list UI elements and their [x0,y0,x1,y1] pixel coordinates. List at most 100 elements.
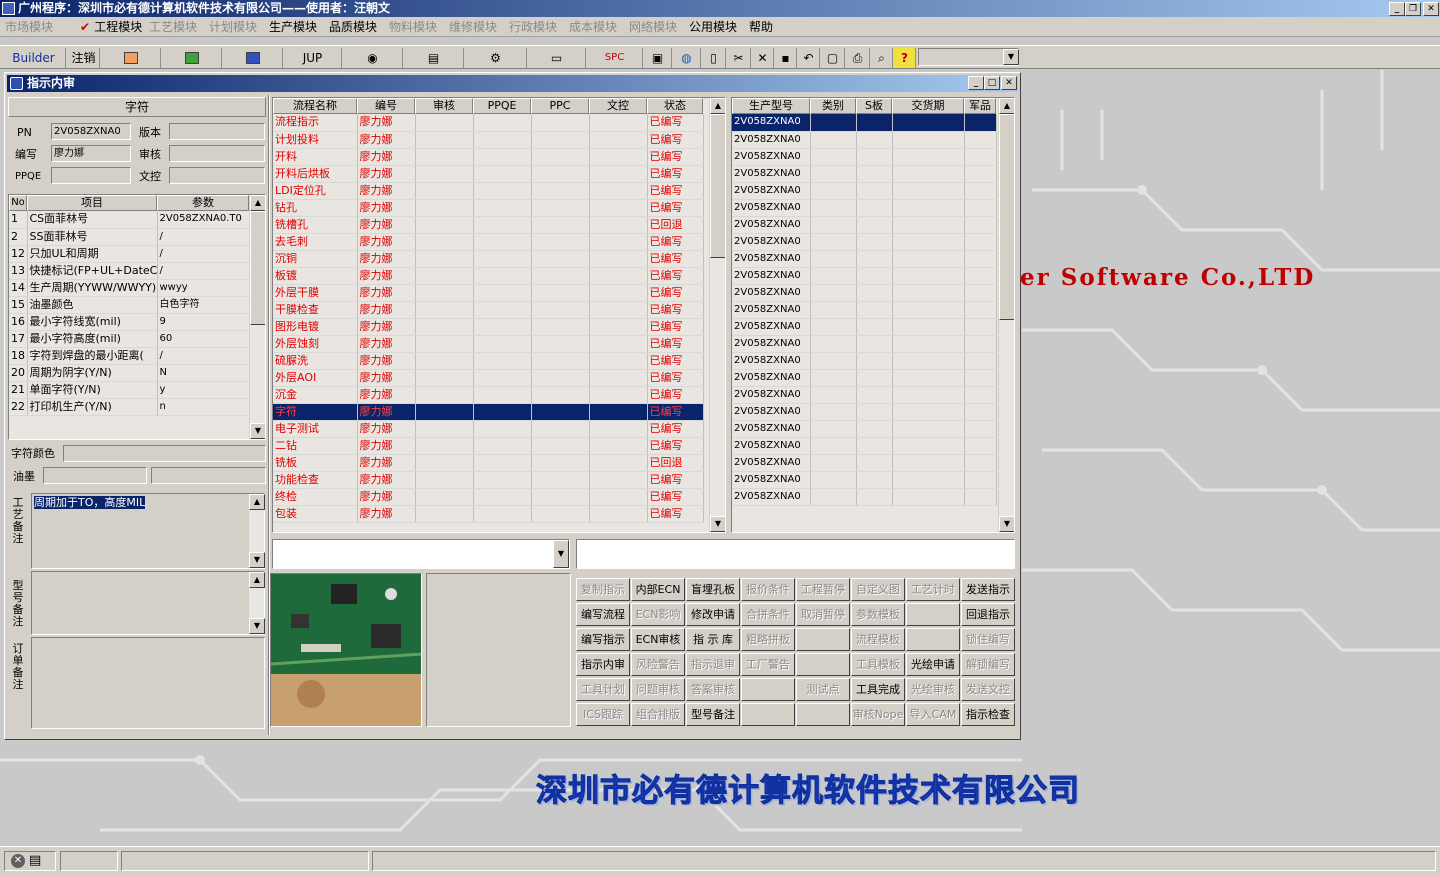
menu-item-3[interactable]: 计划模块 [209,19,257,35]
ink-field-1[interactable] [43,467,147,484]
menu-item-8[interactable]: 行政模块 [509,19,557,35]
flow-header-2[interactable]: 审核 [415,98,473,114]
flow-row[interactable]: 包装 廖力娜 已编写 [273,505,704,523]
flow-header-3[interactable]: PPQE [473,98,531,114]
model-row[interactable]: 2V058ZXNA0 [732,318,997,336]
internet-icon[interactable]: ◍ [673,48,701,68]
wenkong-field[interactable] [169,167,265,184]
model-row[interactable]: 2V058ZXNA0 [732,131,997,149]
empty-button[interactable] [741,678,795,701]
menu-item-12[interactable]: 帮助 [749,19,773,35]
toolbar-combo[interactable]: ▼ [918,48,1019,66]
model-row[interactable]: 2V058ZXNA0 [732,284,997,302]
eye-icon[interactable]: ◉ [343,48,403,68]
flow-header-4[interactable]: PPC [531,98,589,114]
params-row[interactable]: 2 SS面菲林号 / [9,228,250,246]
flow-row[interactable]: 铣槽孔 廖力娜 已回退 [273,216,704,234]
network-icon[interactable]: ⚙ [465,48,527,68]
model-row[interactable]: 2V058ZXNA0 [732,403,997,421]
action-button[interactable]: 指示退审 [686,653,740,676]
model-row[interactable]: 2V058ZXNA0 [732,471,997,489]
model-row[interactable]: 2V058ZXNA0 [732,233,997,251]
action-button[interactable]: 测试点 [796,678,850,701]
action-button[interactable]: 内部ECN [631,578,685,601]
flow-scrollbar[interactable]: ▲ ▼ [709,98,725,532]
flow-row[interactable]: 外层干膜 廖力娜 已编写 [273,284,704,302]
flow-row[interactable]: 沉金 廖力娜 已编写 [273,386,704,404]
model-note-textarea[interactable]: ▲ ▼ [31,571,265,635]
action-button[interactable]: 取消暂停 [796,603,850,626]
menu-item-6[interactable]: 物料模块 [389,19,437,35]
model-row[interactable]: 2V058ZXNA0 [732,437,997,455]
params-row[interactable]: 18 字符到焊盘的最小距离(/ [9,347,250,365]
params-row[interactable]: 14 生产周期(YYWW/WWYY) wwyy [9,279,250,297]
params-scrollbar[interactable]: ▲ ▼ [249,195,265,439]
action-button[interactable]: 指示内审 [576,653,630,676]
action-button[interactable]: 光绘审核 [906,678,960,701]
action-button[interactable]: 指示检查 [961,703,1015,726]
computer-icon[interactable]: ▭ [528,48,586,68]
flow-row[interactable]: LDI定位孔 廖力娜 已编写 [273,182,704,200]
undo-icon[interactable]: ↶ [798,48,820,68]
flow-row[interactable]: 电子测试 廖力娜 已编写 [273,420,704,438]
model-row[interactable]: 2V058ZXNA0 [732,114,997,132]
model-header-2[interactable]: S板 [856,98,892,114]
action-button[interactable]: 粗略拼板 [741,628,795,651]
model-row[interactable]: 2V058ZXNA0 [732,199,997,217]
action-button[interactable]: 导入CAM [906,703,960,726]
preview-icon[interactable]: ▢ [821,48,845,68]
action-button[interactable]: 流程模板 [851,628,905,651]
database-icon[interactable]: ▤ [404,48,464,68]
menu-item-0[interactable]: 市场模块 [5,19,53,35]
close-circle-icon[interactable]: ✕ [11,854,25,868]
menu-item-10[interactable]: 网络模块 [629,19,677,35]
save-icon[interactable]: ▪ [775,48,797,68]
model-header-3[interactable]: 交货期 [892,98,964,114]
jup-button[interactable]: JUP [284,48,342,68]
child-close-button[interactable]: ✕ [1001,76,1017,90]
model-row[interactable]: 2V058ZXNA0 [732,369,997,387]
empty-button[interactable] [906,603,960,626]
ink-field-2[interactable] [151,467,266,484]
menu-item-5[interactable]: 品质模块 [329,19,377,35]
menu-item-4[interactable]: 生产模块 [269,19,317,35]
ppqe-field[interactable] [51,167,131,184]
flow-row[interactable]: 功能检查 廖力娜 已编写 [273,471,704,489]
action-button[interactable]: ICS跟踪 [576,703,630,726]
action-button[interactable]: 修改申请 [686,603,740,626]
model-row[interactable]: 2V058ZXNA0 [732,352,997,370]
flow-row[interactable]: 钻孔 廖力娜 已编写 [273,199,704,217]
menu-item-9[interactable]: 成本模块 [569,19,617,35]
version-field[interactable] [169,123,265,140]
empty-button[interactable] [796,653,850,676]
builder-button[interactable]: Builder [2,48,66,68]
model-row[interactable]: 2V058ZXNA0 [732,148,997,166]
flow-row[interactable]: 开料 廖力娜 已编写 [273,148,704,166]
model-row[interactable]: 2V058ZXNA0 [732,454,997,472]
model-row[interactable]: 2V058ZXNA0 [732,301,997,319]
action-button[interactable]: 发送指示 [961,578,1015,601]
action-button[interactable]: 工具模板 [851,653,905,676]
params-row[interactable]: 13 快捷标记(FP+UL+DateCo / [9,262,250,280]
model-header-1[interactable]: 类别 [810,98,856,114]
model-row[interactable]: 2V058ZXNA0 [732,386,997,404]
word-icon[interactable] [223,48,283,68]
params-row[interactable]: 21 单面字符(Y/N) y [9,381,250,399]
print-icon[interactable]: ⎙ [846,48,870,68]
menu-item-11[interactable]: 公用模块 [689,19,737,35]
logout-button[interactable]: 注销 [68,48,100,68]
model-row[interactable]: 2V058ZXNA0 [732,165,997,183]
flow-row[interactable]: 计划投料 廖力娜 已编写 [273,131,704,149]
action-button[interactable]: 编写指示 [576,628,630,651]
action-button[interactable]: 审核Nope [851,703,905,726]
powerpoint-icon[interactable] [101,48,161,68]
flow-row[interactable]: 去毛刺 廖力娜 已编写 [273,233,704,251]
order-note-textarea[interactable] [31,637,265,729]
close-button[interactable]: ✕ [1423,2,1439,16]
child-restore-button[interactable]: □ [984,76,1000,90]
flow-row[interactable]: 流程指示 廖力娜 已编写 [273,114,704,132]
flow-row[interactable]: 外层蚀刻 廖力娜 已编写 [273,335,704,353]
model-row[interactable]: 2V058ZXNA0 [732,488,997,506]
child-minimize-button[interactable]: _ [968,76,984,90]
action-button[interactable]: 解锁编写 [961,653,1015,676]
